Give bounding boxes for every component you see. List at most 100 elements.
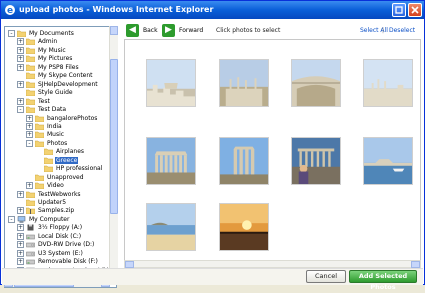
gallery-horizontal-scrollbar[interactable] xyxy=(124,260,421,268)
expand-icon[interactable]: + xyxy=(17,38,24,46)
folder-icon xyxy=(26,81,35,88)
folder-icon xyxy=(17,30,26,37)
expand-icon[interactable]: + xyxy=(17,46,24,54)
expand-icon[interactable]: + xyxy=(17,55,24,63)
photo-thumbnail[interactable] xyxy=(219,203,269,251)
selection-hint: Click photos to select xyxy=(216,27,281,34)
tree-node-label: Greece xyxy=(55,156,79,164)
folder-icon xyxy=(35,174,44,181)
folder-icon xyxy=(26,39,35,46)
collapse-icon[interactable]: - xyxy=(8,215,15,223)
tree-node-label: Removable Disk (F:) xyxy=(38,258,98,266)
photo-image xyxy=(364,138,412,184)
expand-icon[interactable]: + xyxy=(17,249,24,257)
computer-icon xyxy=(17,216,26,223)
folder-icon xyxy=(26,73,35,80)
tree-node-label: HP professional xyxy=(56,165,103,173)
expand-icon[interactable]: + xyxy=(17,241,24,249)
tree-node-label: Photos xyxy=(47,139,68,147)
expand-icon[interactable]: + xyxy=(26,114,33,122)
tree-node-label: India xyxy=(47,122,62,130)
photo-image xyxy=(147,204,195,250)
folder-icon xyxy=(44,149,53,156)
deselect-link[interactable]: Deselect xyxy=(389,27,415,34)
photo-thumbnail[interactable] xyxy=(291,59,341,107)
tree-node-label: My Music xyxy=(38,46,66,54)
tree-node-label: Updater5 xyxy=(38,199,67,206)
expand-icon[interactable]: + xyxy=(26,131,33,139)
tree-node-label: DVD-RW Drive (D:) xyxy=(38,241,95,249)
expand-icon[interactable]: + xyxy=(17,232,24,240)
photo-image xyxy=(220,138,268,184)
photo-thumbnail[interactable] xyxy=(146,59,196,107)
ie-icon: e xyxy=(5,5,15,16)
tree-node-label: Airplanes xyxy=(56,148,85,156)
expand-icon[interactable]: + xyxy=(26,122,33,130)
folder-icon xyxy=(44,165,53,173)
folder-icon xyxy=(35,182,44,190)
maximize-button[interactable] xyxy=(392,3,406,17)
zip-icon xyxy=(26,208,35,215)
expand-icon[interactable]: + xyxy=(17,97,24,105)
tree-node-label: My Pictures xyxy=(38,55,73,63)
add-selected-photos-button[interactable]: Add Selected Photos xyxy=(349,270,417,291)
folder-icon xyxy=(35,140,44,147)
photo-image xyxy=(292,60,340,106)
expand-icon[interactable]: + xyxy=(17,207,24,215)
collapse-icon[interactable]: - xyxy=(26,139,33,147)
scroll-thumb[interactable] xyxy=(110,59,118,214)
upload-panel: - My Documents + Admin + My Music + My Pictures… xyxy=(2,20,423,291)
tree-node-label: My PSP8 Files xyxy=(38,63,79,71)
dvd-icon xyxy=(26,243,35,248)
floppy-icon xyxy=(27,224,34,231)
folder-icon xyxy=(35,115,44,122)
tree-node-label: Admin xyxy=(38,38,58,46)
folder-tree[interactable]: - My Documents + Admin + My Music + My Pictures… xyxy=(4,26,117,288)
tree-vertical-scrollbar[interactable] xyxy=(109,26,118,285)
tree-node-label: Music xyxy=(47,131,65,139)
photo-thumbnail[interactable] xyxy=(219,59,269,107)
collapse-icon[interactable]: - xyxy=(17,106,24,114)
expand-icon[interactable]: + xyxy=(26,182,33,190)
drive-icon xyxy=(26,234,35,240)
dialog-footer: Cancel Add Selected Photos xyxy=(2,268,423,291)
scroll-up-arrow[interactable] xyxy=(110,26,118,35)
forward-button[interactable]: ▶ Forward xyxy=(162,23,203,37)
folder-icon xyxy=(26,89,35,97)
scroll-right-arrow[interactable] xyxy=(411,261,420,268)
tree-node-label: My Documents xyxy=(29,30,74,37)
photo-image xyxy=(220,60,268,106)
photo-thumbnail[interactable] xyxy=(146,137,196,185)
tree-node-label: SJHelpDevelopment xyxy=(38,80,98,88)
close-button[interactable] xyxy=(408,3,422,17)
browser-window: e upload photos - Windows Internet Explo… xyxy=(0,0,425,291)
photo-thumbnail[interactable] xyxy=(291,137,341,185)
tree-node-label: Style Guide xyxy=(38,89,73,97)
cancel-button[interactable]: Cancel xyxy=(306,270,346,283)
photo-image xyxy=(220,204,268,250)
back-button[interactable]: ◀ Back xyxy=(126,23,158,37)
expand-icon[interactable]: + xyxy=(17,258,24,266)
folder-open-icon xyxy=(44,157,53,164)
photo-image xyxy=(364,60,412,106)
photo-thumbnail[interactable] xyxy=(363,59,413,107)
scroll-left-arrow[interactable] xyxy=(125,261,134,268)
tree-node-label: Test Data xyxy=(38,106,67,114)
expand-icon[interactable]: + xyxy=(17,63,24,71)
folder-icon xyxy=(26,47,35,54)
tree-node-label: Local Disk (C:) xyxy=(38,232,82,240)
link-separator: | xyxy=(382,27,385,34)
photo-thumbnail[interactable] xyxy=(146,203,196,251)
expand-icon[interactable]: + xyxy=(17,190,24,198)
photo-thumbnail[interactable] xyxy=(363,137,413,185)
expand-icon[interactable]: + xyxy=(17,224,24,232)
folder-icon xyxy=(26,98,35,105)
photo-nav-bar: ◀ Back ▶ Forward Click photos to select … xyxy=(124,22,422,38)
title-bar: e upload photos - Windows Internet Explo… xyxy=(1,1,424,19)
tree-node-label: Video xyxy=(47,182,64,190)
expand-icon[interactable]: + xyxy=(17,80,24,88)
photo-thumbnail[interactable] xyxy=(219,137,269,185)
tree-node-label: bangalorePhotos xyxy=(47,114,98,122)
tree-node-label: TestWebworks xyxy=(38,190,81,198)
collapse-icon[interactable]: - xyxy=(8,30,15,37)
